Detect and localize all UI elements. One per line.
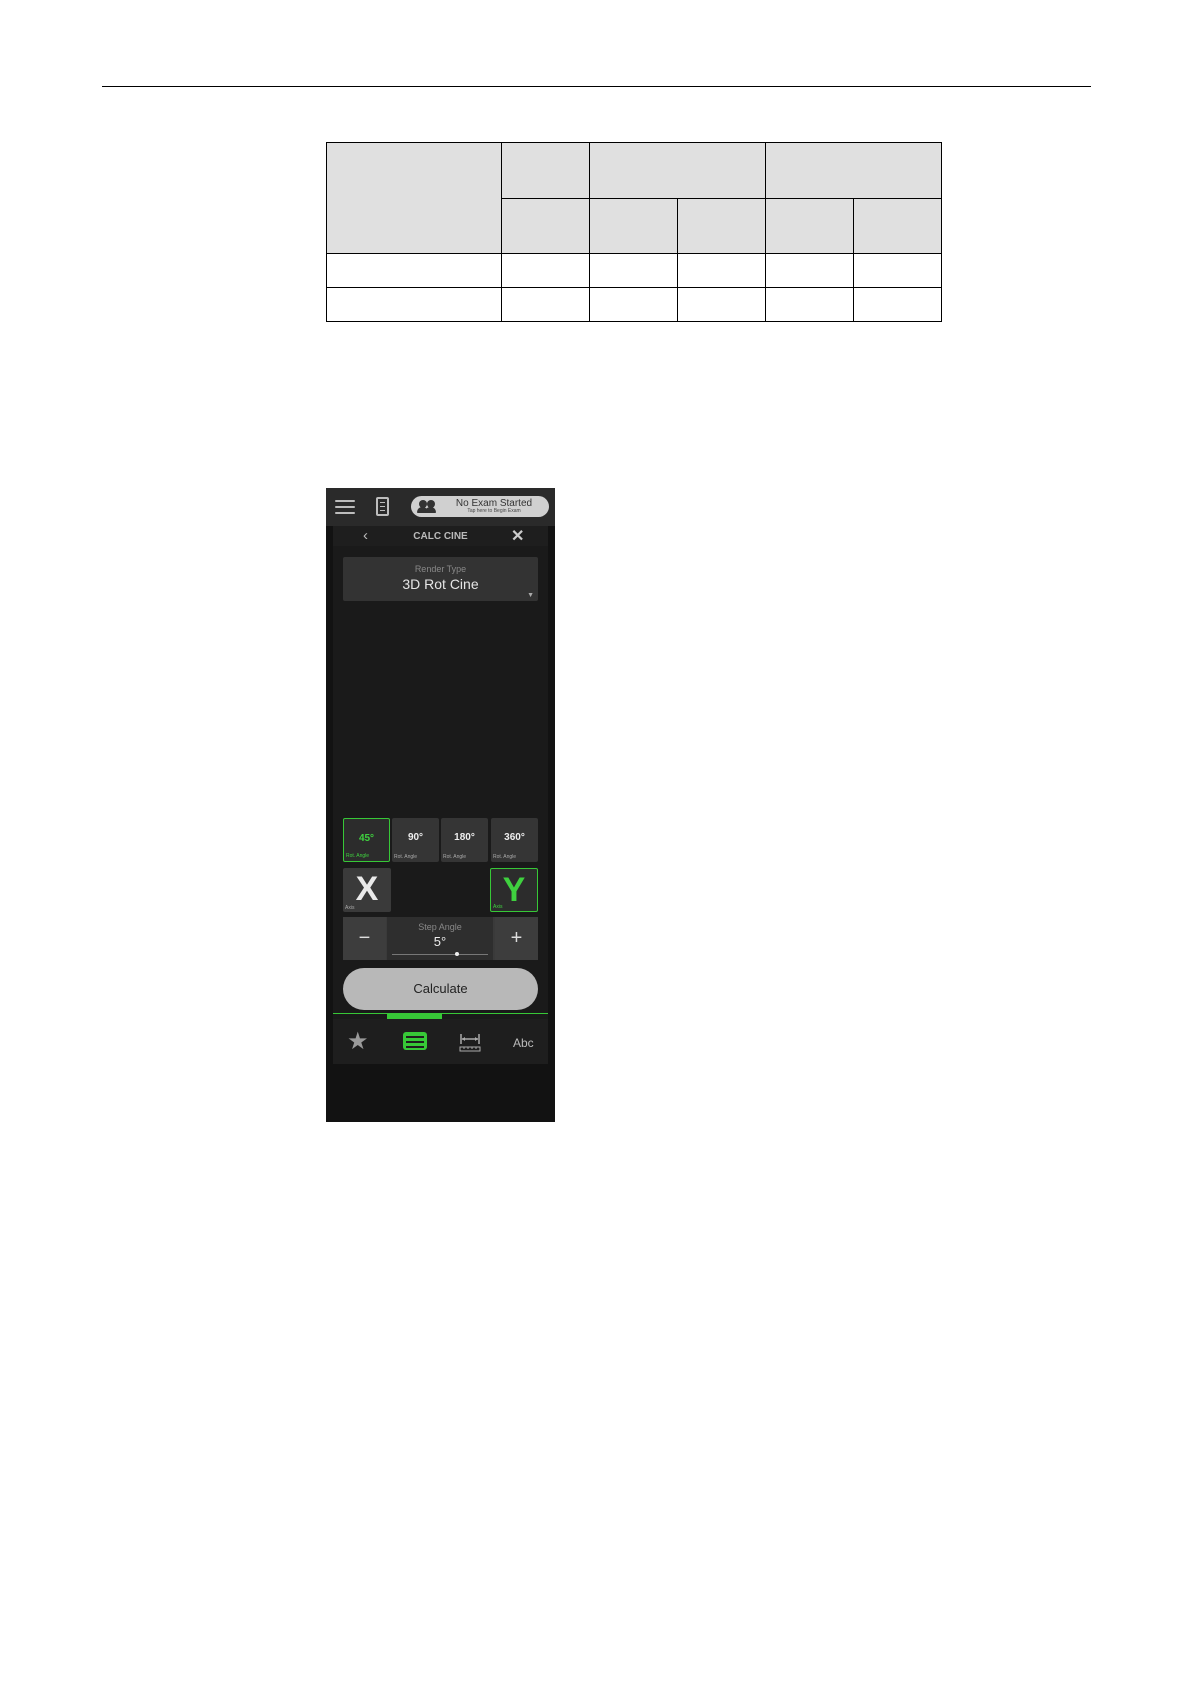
rot-angle-90-button[interactable]: 90° Rot. Angle [392, 818, 439, 862]
rot-angle-value: 360° [504, 832, 525, 843]
table-header-cell [326, 142, 502, 254]
rot-angle-label: Rot. Angle [346, 853, 370, 859]
axis-label: Axis [493, 904, 503, 910]
caret-down-icon: ▼ [527, 592, 534, 599]
table-row [326, 253, 942, 288]
people-icon [417, 500, 437, 513]
rotation-angle-group: 45° Rot. Angle 90° Rot. Angle 180° Rot. … [343, 818, 538, 862]
render-type-label: Render Type [414, 564, 467, 574]
top-bar: No Exam Started Tap here to Begin Exam [326, 488, 555, 526]
spec-table [326, 142, 942, 322]
table-header-cell [765, 142, 942, 199]
step-angle-label: Step Angle [418, 922, 462, 932]
rot-angle-value: 90° [407, 832, 424, 843]
step-angle-value: 5° [433, 934, 447, 949]
table-subheader-cell [589, 198, 678, 254]
bottom-tab-bar: ★ Abc [333, 1019, 548, 1064]
axis-letter: X [355, 870, 379, 908]
text-tab[interactable]: Abc [513, 1036, 534, 1050]
rot-angle-45-button[interactable]: 45° Rot. Angle [343, 818, 390, 862]
table-subheader-cell [677, 198, 766, 254]
table-subheader-cell [765, 198, 854, 254]
close-icon[interactable]: ✕ [511, 526, 524, 546]
axis-x-button[interactable]: X Axis [343, 868, 391, 912]
table-subheader-cell [501, 198, 590, 254]
exam-status-pill[interactable]: No Exam Started Tap here to Begin Exam [411, 496, 549, 517]
header-rule [102, 86, 1091, 87]
preset-icon[interactable] [403, 1032, 427, 1050]
measure-icon[interactable] [459, 1032, 481, 1052]
menu-icon[interactable] [335, 500, 355, 515]
rot-angle-label: Rot. Angle [443, 854, 467, 860]
axis-label: Axis [345, 905, 355, 911]
rot-angle-label: Rot. Angle [394, 854, 418, 860]
render-type-dropdown[interactable]: Render Type 3D Rot Cine ▼ [343, 557, 538, 601]
table-header-cell [501, 142, 590, 199]
step-increase-button[interactable]: + [495, 917, 538, 960]
step-angle-display[interactable]: Step Angle 5° [387, 917, 493, 960]
step-angle-control: − Step Angle 5° + [343, 917, 538, 960]
step-slider-knob[interactable] [455, 952, 459, 956]
star-icon[interactable]: ★ [347, 1027, 369, 1056]
rot-angle-360-button[interactable]: 360° Rot. Angle [491, 818, 538, 862]
exam-subtitle: Tap here to Begin Exam [467, 508, 521, 514]
ultrasound-touch-panel: No Exam Started Tap here to Begin Exam ‹… [326, 488, 555, 1122]
step-decrease-button[interactable]: − [343, 917, 386, 960]
render-type-value: 3D Rot Cine [402, 576, 479, 592]
table-header-cell [589, 142, 766, 199]
rot-angle-value: 180° [454, 832, 475, 843]
rot-angle-value: 45° [358, 833, 375, 844]
calculate-button[interactable]: Calculate [343, 968, 538, 1010]
step-slider-track [392, 954, 488, 955]
rot-angle-label: Rot. Angle [493, 854, 517, 860]
table-row [326, 287, 942, 322]
notes-icon[interactable] [376, 497, 389, 516]
table-subheader-cell [853, 198, 942, 254]
axis-y-button[interactable]: Y Axis [490, 868, 538, 912]
rot-angle-180-button[interactable]: 180° Rot. Angle [441, 818, 488, 862]
nav-bar: ‹ CALC CINE ✕ [333, 526, 548, 547]
